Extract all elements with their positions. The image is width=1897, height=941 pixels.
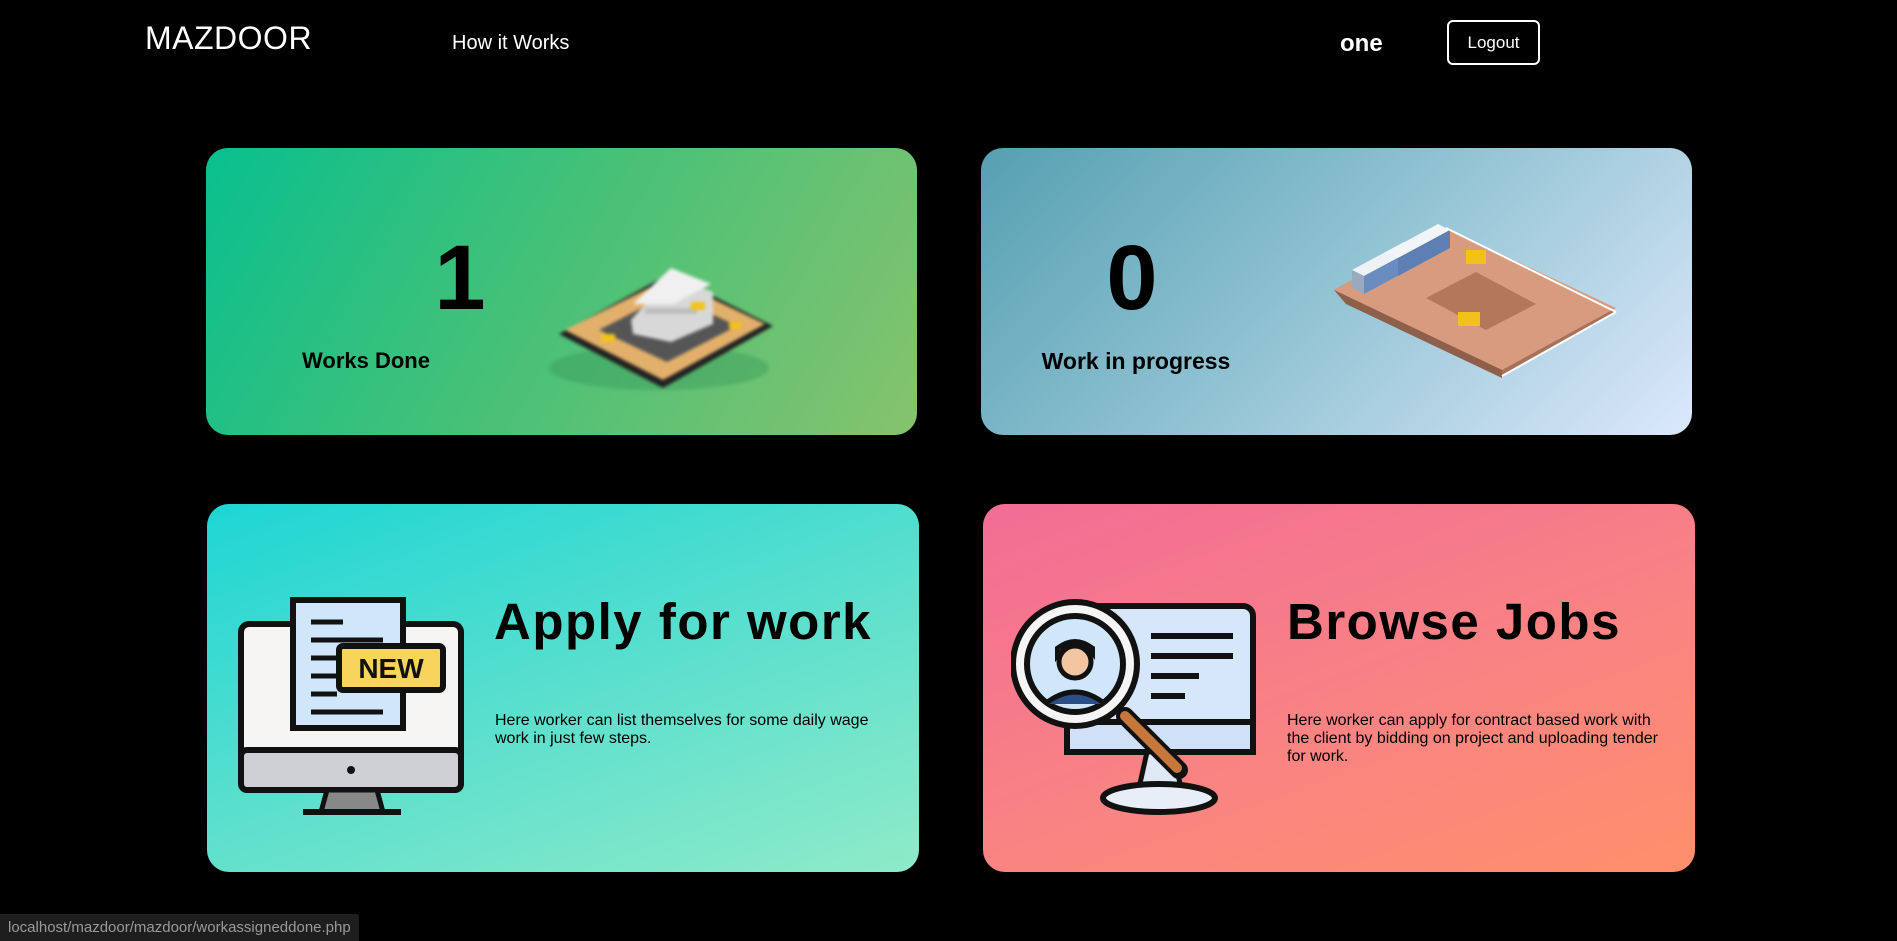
apply-for-work-title: Apply for work [494,593,873,650]
monitor-new-document-icon: NEW [238,597,464,815]
construction-site-icon [1334,224,1617,378]
browse-jobs-description: Here worker can apply for contract based… [1287,712,1658,765]
apply-for-work-card[interactable]: NEW Apply for work Here worker can list … [207,504,919,872]
monitor-search-person-icon [1011,599,1256,815]
browser-status-url: localhost/mazdoor/mazdoor/workassigneddo… [0,914,359,941]
browse-jobs-card[interactable]: Browse Jobs Here worker can apply for co… [983,504,1695,872]
work-in-progress-count: 0 [1106,227,1158,329]
phone-construction-icon [549,268,773,390]
browse-jobs-title: Browse Jobs [1287,593,1621,650]
logout-button[interactable]: Logout [1447,20,1540,65]
top-navbar: MAZDOOR How it Works one Logout [0,0,1897,90]
new-badge-text: NEW [358,653,424,684]
works-done-label: Works Done [302,348,430,373]
work-in-progress-card[interactable]: 0 Work in progress [981,148,1692,435]
apply-for-work-description: Here worker can list themselves for some… [495,712,869,747]
brand-logo[interactable]: MAZDOOR [145,20,312,57]
works-done-count: 1 [434,227,486,329]
how-it-works-link[interactable]: How it Works [452,32,569,55]
work-in-progress-label: Work in progress [1041,348,1231,374]
works-done-card[interactable]: 1 Works Done [206,148,917,435]
username-label: one [1340,30,1383,57]
